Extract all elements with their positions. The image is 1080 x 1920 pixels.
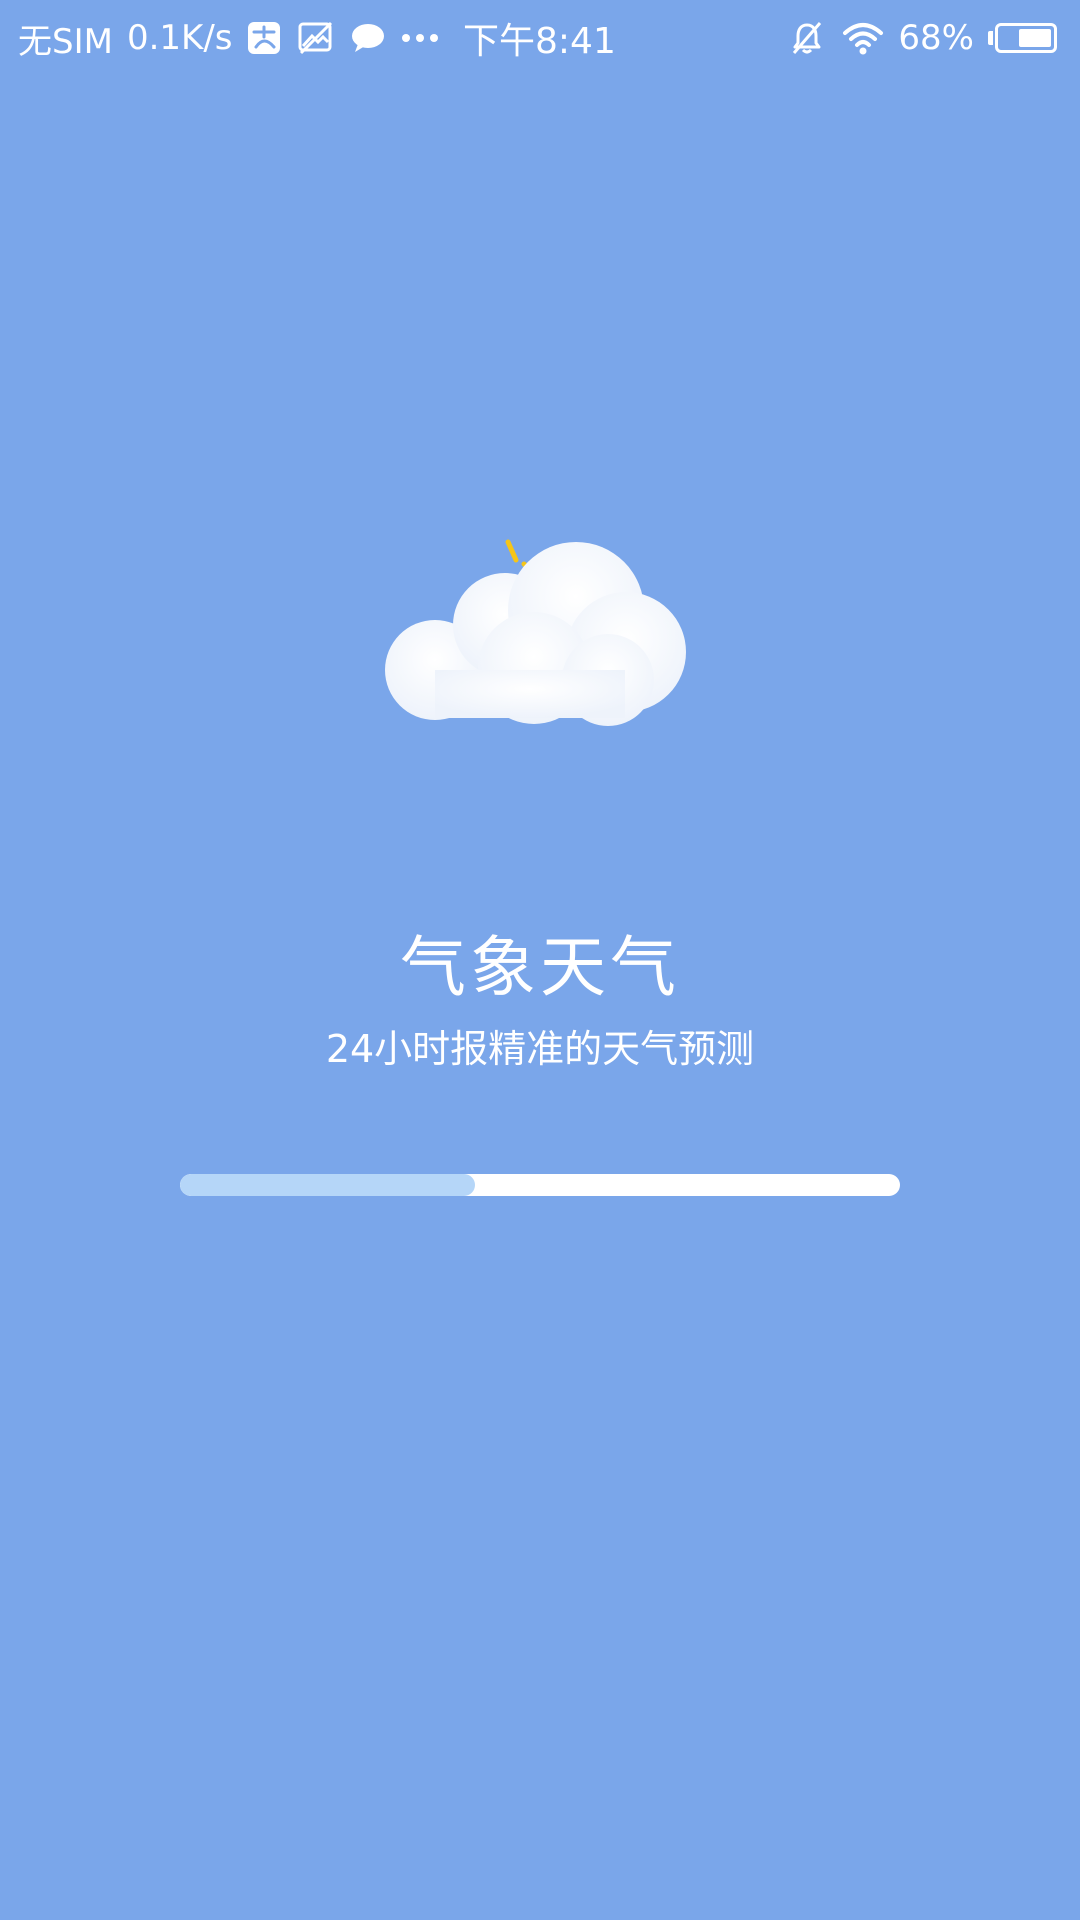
wifi-icon [842, 17, 884, 59]
network-speed: 0.1K/s [126, 18, 233, 58]
battery-icon [988, 21, 1062, 55]
alipay-icon [243, 17, 285, 59]
app-subtitle: 24小时报精准的天气预测 [325, 1027, 755, 1071]
carrier-label: 无SIM [18, 21, 113, 62]
status-bar-time: 下午8:41 [463, 21, 616, 62]
app-title: 气象天气 [400, 929, 680, 1006]
image-off-icon [295, 17, 337, 59]
battery-body [995, 23, 1057, 53]
loading-progress-fill [180, 1174, 476, 1196]
loading-progress-bar [180, 1174, 900, 1196]
battery-percent: 68% [898, 18, 974, 58]
status-bar-right: 68% [786, 14, 1062, 62]
alarm-off-icon [786, 17, 828, 59]
splash-screen: 无SIM 0.1K/s 下午8:41 68% 气象天气 24小时报精准的天气预测 [0, 0, 1080, 1920]
cloud-sun-icon [380, 520, 700, 740]
battery-fill [1018, 29, 1051, 47]
status-bar: 无SIM 0.1K/s 下午8:41 68% [0, 0, 1080, 76]
chat-bubble-icon [347, 17, 389, 59]
battery-tip [988, 31, 993, 45]
status-bar-left: 无SIM 0.1K/s [18, 14, 441, 62]
more-dots-icon [399, 17, 441, 59]
